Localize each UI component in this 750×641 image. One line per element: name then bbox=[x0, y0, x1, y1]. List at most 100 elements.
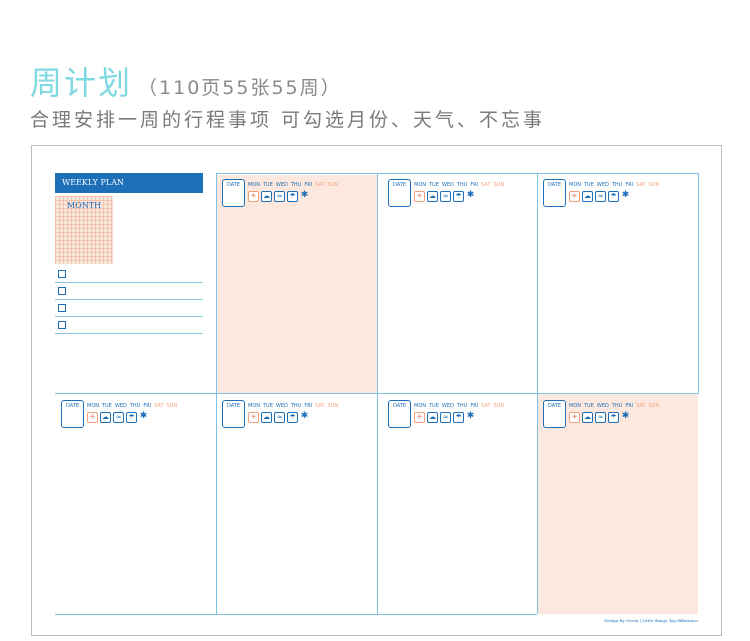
cloud-icon[interactable]: ☁ bbox=[261, 191, 272, 202]
weekday-sun[interactable]: SUN bbox=[494, 182, 505, 188]
weekday-sat[interactable]: SAT bbox=[636, 182, 645, 188]
snow-icon[interactable]: ✱ bbox=[300, 191, 309, 200]
date-box[interactable]: DATE bbox=[61, 400, 84, 428]
snow-icon[interactable]: ✱ bbox=[139, 412, 148, 421]
sun-icon[interactable]: ☀ bbox=[569, 412, 580, 423]
weekday-tue[interactable]: TUE bbox=[429, 403, 439, 409]
weekday-sat[interactable]: SAT bbox=[481, 182, 490, 188]
weekday-tue[interactable]: TUE bbox=[263, 182, 273, 188]
weekday-thu[interactable]: THU bbox=[130, 403, 140, 409]
weekday-fri[interactable]: FRI bbox=[625, 403, 633, 409]
date-box[interactable]: DATE bbox=[222, 179, 245, 207]
weekday-sun[interactable]: SUN bbox=[328, 403, 339, 409]
wind-icon[interactable]: ≈ bbox=[274, 191, 285, 202]
cloud-icon[interactable]: ☁ bbox=[582, 191, 593, 202]
cloud-icon[interactable]: ☁ bbox=[261, 412, 272, 423]
sun-icon[interactable]: ☀ bbox=[414, 412, 425, 423]
weekday-thu[interactable]: THU bbox=[291, 182, 301, 188]
sun-icon[interactable]: ☀ bbox=[87, 412, 98, 423]
weekday-wed[interactable]: WED bbox=[276, 403, 288, 409]
weekday-sun[interactable]: SUN bbox=[328, 182, 339, 188]
weekday-sun[interactable]: SUN bbox=[167, 403, 178, 409]
snow-icon[interactable]: ✱ bbox=[621, 191, 630, 200]
weekday-sun[interactable]: SUN bbox=[649, 182, 660, 188]
checkbox[interactable] bbox=[58, 270, 66, 278]
checkbox[interactable] bbox=[58, 304, 66, 312]
weekday-mon[interactable]: MON bbox=[248, 403, 260, 409]
wind-icon[interactable]: ≈ bbox=[440, 191, 451, 202]
weekday-mon[interactable]: MON bbox=[569, 182, 581, 188]
weekday-sat[interactable]: SAT bbox=[154, 403, 163, 409]
todo-item[interactable] bbox=[55, 282, 203, 300]
weekday-wed[interactable]: WED bbox=[115, 403, 127, 409]
weekday-sat[interactable]: SAT bbox=[315, 182, 324, 188]
weekday-fri[interactable]: FRI bbox=[625, 182, 633, 188]
weekday-tue[interactable]: TUE bbox=[584, 403, 594, 409]
todo-item[interactable] bbox=[55, 265, 203, 283]
weekday-mon[interactable]: MON bbox=[87, 403, 99, 409]
weekday-tue[interactable]: TUE bbox=[429, 182, 439, 188]
weekday-sat[interactable]: SAT bbox=[481, 403, 490, 409]
date-box[interactable]: DATE bbox=[543, 179, 566, 207]
cloud-icon[interactable]: ☁ bbox=[427, 412, 438, 423]
rain-icon[interactable]: ☂ bbox=[608, 412, 619, 423]
weekday-fri[interactable]: FRI bbox=[470, 182, 478, 188]
sun-icon[interactable]: ☀ bbox=[248, 412, 259, 423]
design-credit: Design By Green | Little things, big dif… bbox=[604, 618, 699, 623]
checkbox[interactable] bbox=[58, 321, 66, 329]
checkbox[interactable] bbox=[58, 287, 66, 295]
rain-icon[interactable]: ☂ bbox=[287, 412, 298, 423]
cloud-icon[interactable]: ☁ bbox=[427, 191, 438, 202]
sun-icon[interactable]: ☀ bbox=[569, 191, 580, 202]
weekday-sun[interactable]: SUN bbox=[494, 403, 505, 409]
rain-icon[interactable]: ☂ bbox=[608, 191, 619, 202]
cloud-icon[interactable]: ☁ bbox=[582, 412, 593, 423]
snow-icon[interactable]: ✱ bbox=[621, 412, 630, 421]
wind-icon[interactable]: ≈ bbox=[113, 412, 124, 423]
todo-item[interactable] bbox=[55, 299, 203, 317]
sun-icon[interactable]: ☀ bbox=[248, 191, 259, 202]
weekday-fri[interactable]: FRI bbox=[304, 182, 312, 188]
sun-icon[interactable]: ☀ bbox=[414, 191, 425, 202]
snow-icon[interactable]: ✱ bbox=[300, 412, 309, 421]
weekday-sat[interactable]: SAT bbox=[315, 403, 324, 409]
weekday-tue[interactable]: TUE bbox=[584, 182, 594, 188]
weekday-wed[interactable]: WED bbox=[276, 182, 288, 188]
weekday-fri[interactable]: FRI bbox=[143, 403, 151, 409]
weekday-tue[interactable]: TUE bbox=[102, 403, 112, 409]
cloud-icon[interactable]: ☁ bbox=[100, 412, 111, 423]
weekday-tue[interactable]: TUE bbox=[263, 403, 273, 409]
wind-icon[interactable]: ≈ bbox=[440, 412, 451, 423]
todo-item[interactable] bbox=[55, 316, 203, 334]
rain-icon[interactable]: ☂ bbox=[126, 412, 137, 423]
weekday-thu[interactable]: THU bbox=[612, 403, 622, 409]
wind-icon[interactable]: ≈ bbox=[595, 191, 606, 202]
weekday-wed[interactable]: WED bbox=[597, 403, 609, 409]
weekday-fri[interactable]: FRI bbox=[470, 403, 478, 409]
weekday-thu[interactable]: THU bbox=[612, 182, 622, 188]
date-box[interactable]: DATE bbox=[388, 400, 411, 428]
weekday-sun[interactable]: SUN bbox=[649, 403, 660, 409]
weekday-thu[interactable]: THU bbox=[291, 403, 301, 409]
rain-icon[interactable]: ☂ bbox=[453, 191, 464, 202]
weekday-mon[interactable]: MON bbox=[569, 403, 581, 409]
snow-icon[interactable]: ✱ bbox=[466, 191, 475, 200]
snow-icon[interactable]: ✱ bbox=[466, 412, 475, 421]
date-box[interactable]: DATE bbox=[543, 400, 566, 428]
weekday-thu[interactable]: THU bbox=[457, 182, 467, 188]
rain-icon[interactable]: ☂ bbox=[453, 412, 464, 423]
date-box[interactable]: DATE bbox=[222, 400, 245, 428]
date-box[interactable]: DATE bbox=[388, 179, 411, 207]
wind-icon[interactable]: ≈ bbox=[274, 412, 285, 423]
rain-icon[interactable]: ☂ bbox=[287, 191, 298, 202]
weekday-fri[interactable]: FRI bbox=[304, 403, 312, 409]
weekday-mon[interactable]: MON bbox=[414, 403, 426, 409]
weekday-wed[interactable]: WED bbox=[597, 182, 609, 188]
wind-icon[interactable]: ≈ bbox=[595, 412, 606, 423]
weekday-sat[interactable]: SAT bbox=[636, 403, 645, 409]
weekday-wed[interactable]: WED bbox=[442, 182, 454, 188]
weekday-mon[interactable]: MON bbox=[414, 182, 426, 188]
weekday-mon[interactable]: MON bbox=[248, 182, 260, 188]
weekday-thu[interactable]: THU bbox=[457, 403, 467, 409]
weekday-wed[interactable]: WED bbox=[442, 403, 454, 409]
